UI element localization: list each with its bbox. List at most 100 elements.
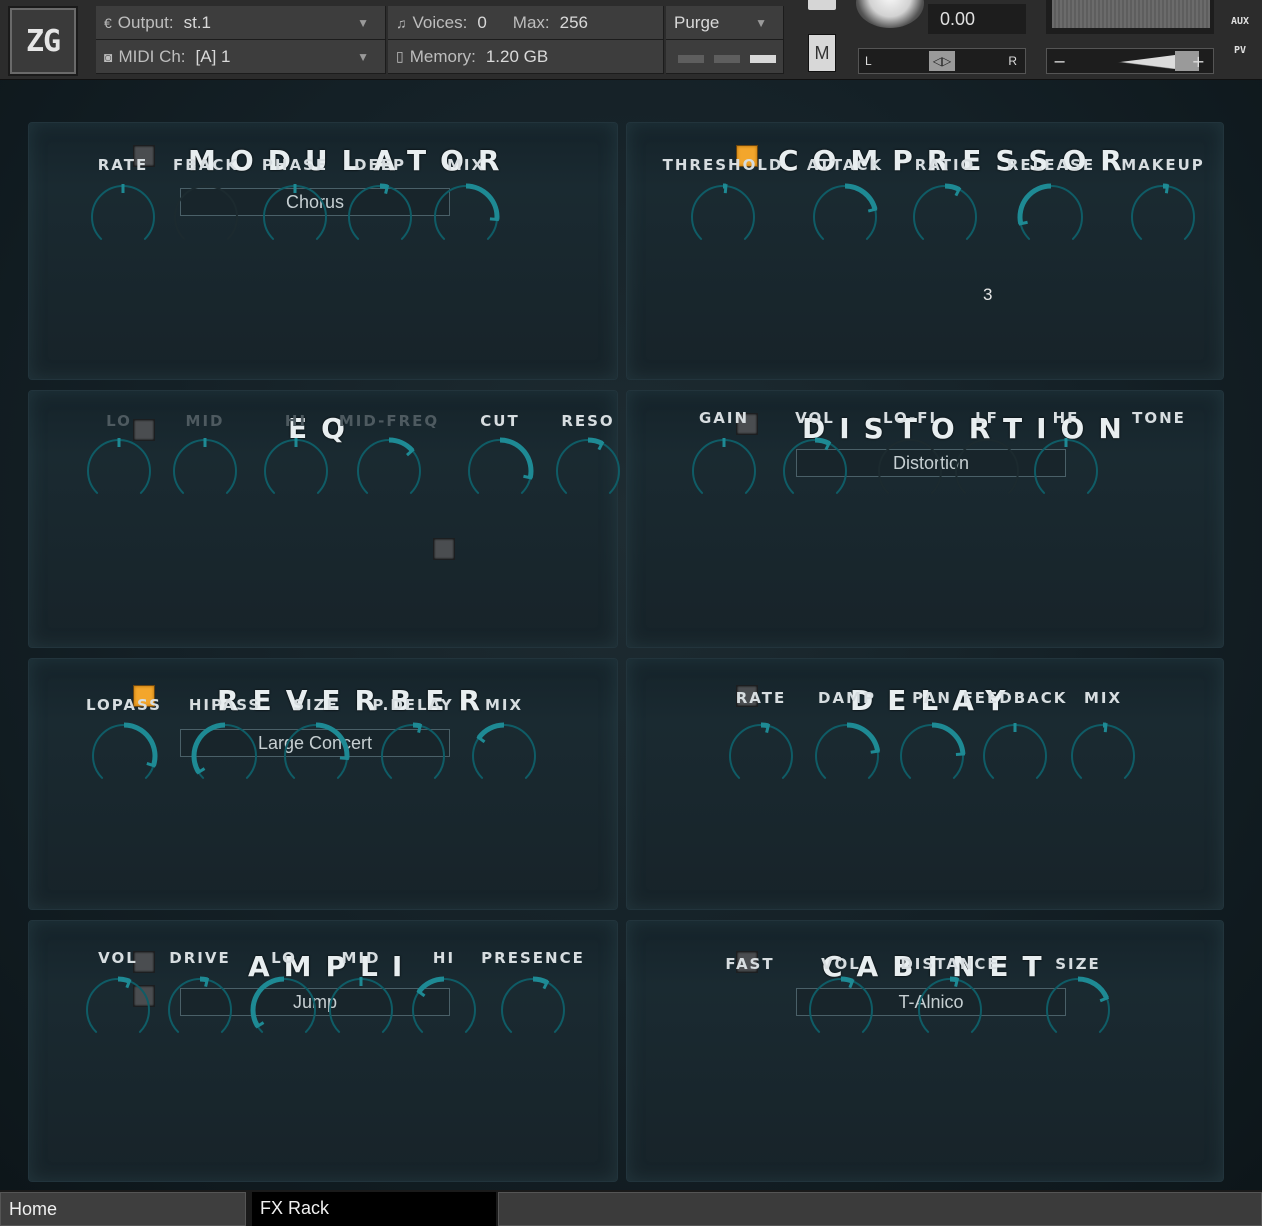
compressor-makeup-knob[interactable] <box>1128 182 1198 252</box>
volume-minus: − <box>1053 52 1067 71</box>
chevron-down-icon: ▼ <box>755 15 767 30</box>
ampli-hi-knob[interactable] <box>409 975 479 1045</box>
eq-cut-knob[interactable] <box>465 436 535 506</box>
knob-track <box>1071 724 1135 779</box>
ampli-mid-knob[interactable] <box>326 975 396 1045</box>
volume-plus: + <box>1191 52 1205 71</box>
tab-fx-rack[interactable]: FX Rack <box>252 1192 496 1226</box>
eq-hi-knob[interactable] <box>261 436 331 506</box>
reverber-hipass-knob[interactable] <box>190 721 260 791</box>
knob-track <box>86 978 150 1033</box>
midi-channel-selector[interactable]: ◙ MIDI Ch: [A] 1 ▼ <box>96 40 386 74</box>
compressor-release-knob[interactable] <box>1016 182 1086 252</box>
modulator-deep-knob[interactable] <box>345 182 415 252</box>
midi-icon: ◙ <box>104 48 113 65</box>
eq-mid-label: MID <box>185 412 225 430</box>
knob-value-arc <box>191 722 226 774</box>
knob-pointer <box>1018 220 1028 226</box>
chevron-down-icon: ▼ <box>357 49 369 64</box>
knob-track <box>1131 185 1195 240</box>
delay-rate-knob[interactable] <box>726 721 796 791</box>
ampli-lo-knob[interactable] <box>249 975 319 1045</box>
compressor-threshold-label: THRESHOLD <box>662 156 784 174</box>
modulator-mix-label: MIX <box>446 156 486 174</box>
compressor-attack-label: ATTACK <box>806 156 884 174</box>
delay-rate-label: RATE <box>735 689 787 707</box>
knob-pointer <box>339 756 350 761</box>
knob-track <box>878 439 942 494</box>
delay-pan-knob[interactable] <box>897 721 967 791</box>
ampli-vol-knob[interactable] <box>83 975 153 1045</box>
cabinet-distance-knob[interactable] <box>915 975 985 1045</box>
volume-slider[interactable]: − + <box>1046 48 1214 74</box>
reverber-mix-knob[interactable] <box>469 721 539 791</box>
pan-handle[interactable]: ◁▷ <box>929 51 955 71</box>
knob-track <box>87 439 151 494</box>
knob-value-arc <box>1077 976 1109 1000</box>
cabinet-fast-label: FAST <box>725 955 775 973</box>
delay-feedback-knob[interactable] <box>980 721 1050 791</box>
tune-knob[interactable] <box>856 0 924 28</box>
zg-logo: ZG <box>8 6 78 76</box>
eq-hi-label: HI <box>284 412 308 430</box>
modulator-rate-knob[interactable] <box>88 182 158 252</box>
distortion-lf-label: LF <box>975 409 999 427</box>
knob-track <box>168 978 232 1033</box>
reverber-lopass-label: LOPASS <box>86 696 162 714</box>
knob-pointer <box>954 977 960 988</box>
solo-button[interactable] <box>808 0 836 10</box>
pan-slider[interactable]: L ◁▷ R <box>858 48 1026 74</box>
reverber-size-knob[interactable] <box>281 721 351 791</box>
knob-pointer <box>204 977 210 988</box>
pv-button[interactable]: PV <box>1226 45 1254 56</box>
purge-menu[interactable]: Purge ▼ <box>666 6 784 40</box>
reverber-size-label: SIZE <box>293 696 339 714</box>
reverber-p-delay-knob[interactable] <box>378 721 448 791</box>
purge-label: Purge <box>674 12 720 32</box>
knob-track <box>1034 439 1098 494</box>
reverber-lopass-knob[interactable] <box>89 721 159 791</box>
compressor-threshold-knob[interactable] <box>688 182 758 252</box>
voices-display: ♫ Voices: 0 Max: 256 <box>388 6 664 40</box>
eq-mid-freq-knob[interactable] <box>354 436 424 506</box>
knob-track <box>556 439 620 494</box>
knob-track <box>729 724 793 779</box>
modulator-mix-knob[interactable] <box>431 182 501 252</box>
max-voices-value[interactable]: 256 <box>560 13 588 33</box>
knob-value-arc <box>416 976 445 994</box>
ampli-drive-knob[interactable] <box>165 975 235 1045</box>
delay-feedback-label: FEEDBACK <box>962 689 1068 707</box>
eq-reso-knob[interactable] <box>553 436 623 506</box>
delay-damp-knob[interactable] <box>812 721 882 791</box>
knob-value-arc <box>315 722 350 759</box>
distortion-gain-knob[interactable] <box>689 436 759 506</box>
aux-button[interactable]: AUX <box>1226 16 1254 27</box>
knob-pointer <box>765 723 771 734</box>
cabinet-size-knob[interactable] <box>1043 975 1113 1045</box>
delay-mix-knob[interactable] <box>1068 721 1138 791</box>
ampli-presence-knob[interactable] <box>498 975 568 1045</box>
distortion-vol-label: VOL <box>795 409 835 427</box>
output-selector[interactable]: € Output: st.1 ▼ <box>96 6 386 40</box>
knob-track <box>918 978 982 1033</box>
distortion-hf-knob[interactable] <box>1031 436 1101 506</box>
modulator-rate-label: RATE <box>97 156 149 174</box>
eq-lo-knob[interactable] <box>84 436 154 506</box>
knob-value-arc <box>931 722 966 755</box>
voices-value: 0 <box>477 12 487 32</box>
activity-leds <box>666 40 784 74</box>
distortion-vol-knob[interactable] <box>780 436 850 506</box>
eq-mid-knob[interactable] <box>170 436 240 506</box>
distortion-lo-fi-label: LO-FI <box>882 409 938 427</box>
tab-home[interactable]: Home <box>0 1192 246 1226</box>
knob-track <box>501 978 565 1033</box>
compressor-ratio-knob[interactable] <box>910 182 980 252</box>
cabinet-vol-knob[interactable] <box>806 975 876 1045</box>
compressor-attack-knob[interactable] <box>810 182 880 252</box>
mute-button[interactable]: M <box>808 34 836 72</box>
modulator-phase-knob[interactable] <box>260 182 330 252</box>
knob-value-arc <box>388 437 415 453</box>
tab-bar-empty <box>498 1192 1262 1226</box>
eq-cut-toggle[interactable] <box>433 538 455 560</box>
level-meter-bar <box>1052 0 1210 28</box>
